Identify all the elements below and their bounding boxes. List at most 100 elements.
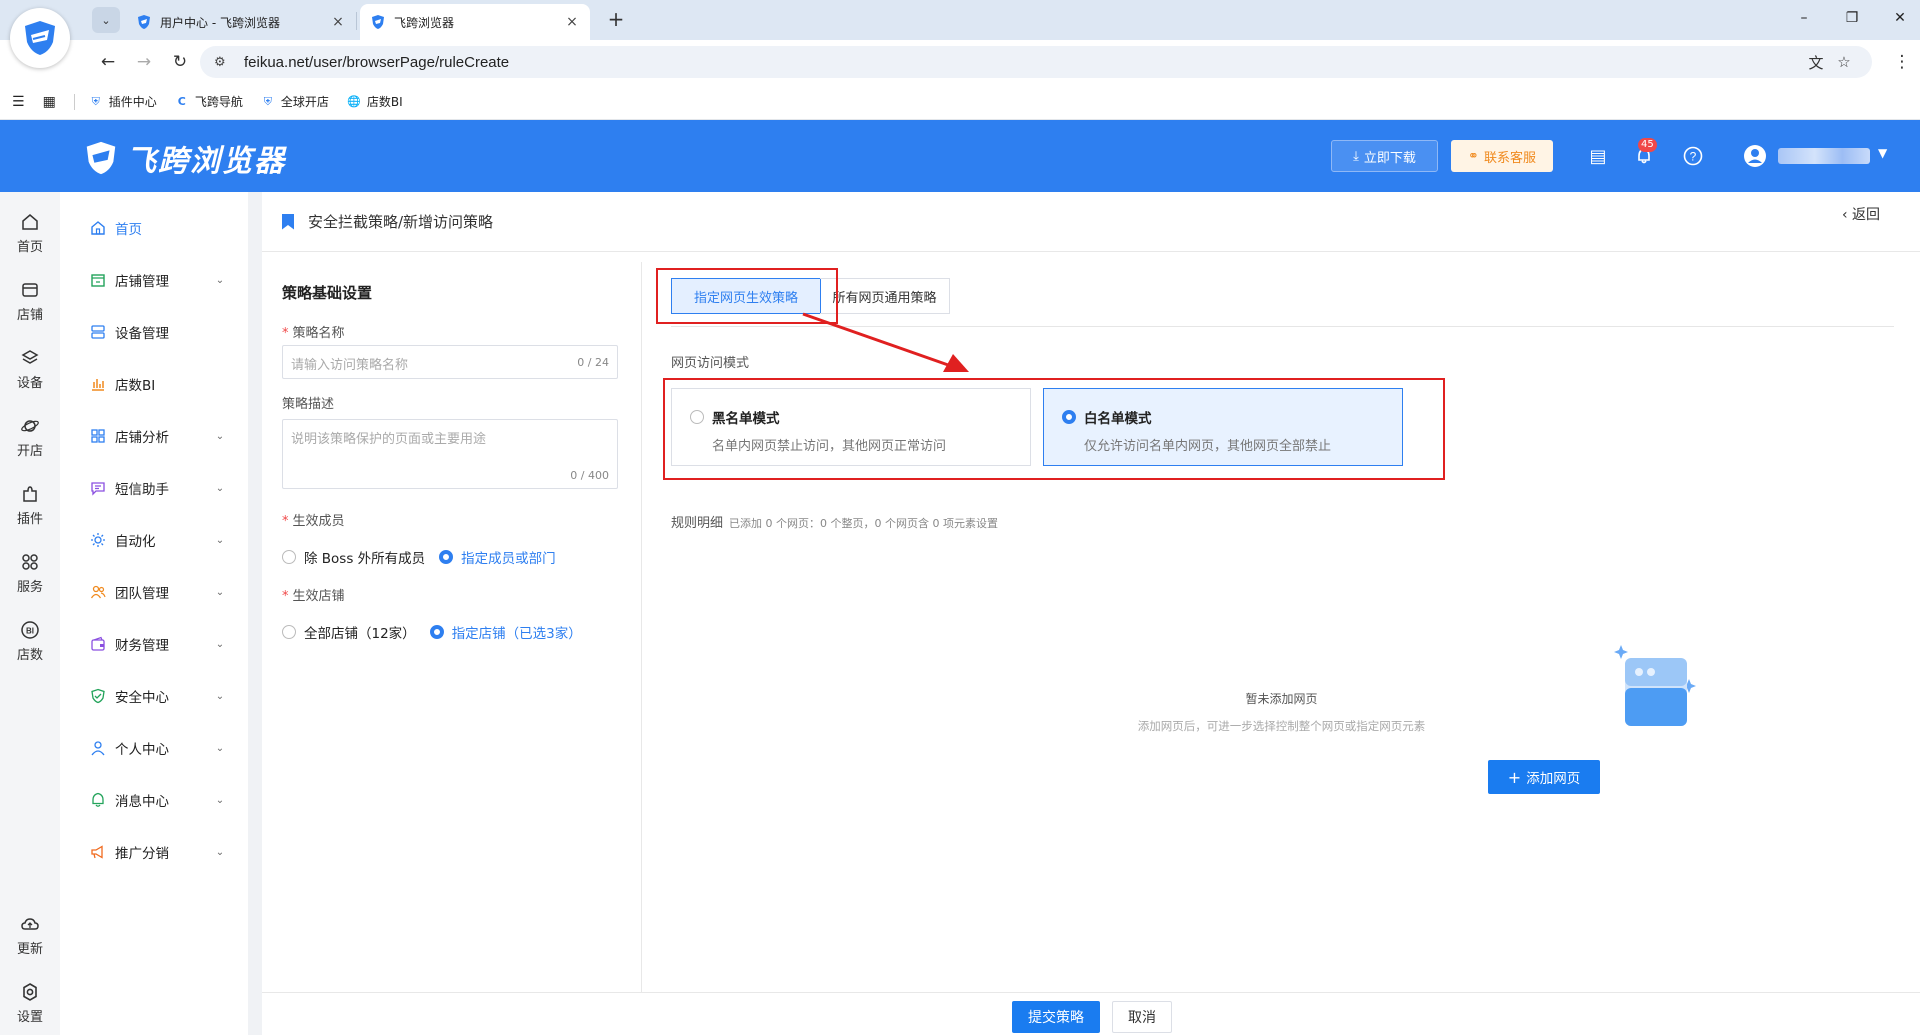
forward-icon[interactable]: → xyxy=(132,50,156,74)
rules-summary: 已添加 0 个网页：0 个整页，0 个网页含 0 项元素设置 xyxy=(729,517,998,530)
browser-tabbar: ⌄ 用户中心 - 飞跨浏览器 × 飞跨浏览器 × + – ❐ ✕ xyxy=(0,0,1920,40)
new-tab-button[interactable]: + xyxy=(604,8,628,32)
sidebar-item-automation[interactable]: 自动化 ⌄ xyxy=(60,528,248,552)
sidebar-item-team-management[interactable]: 团队管理 ⌄ xyxy=(60,580,248,604)
close-tab-icon[interactable]: × xyxy=(564,14,580,30)
bookmark-star-icon[interactable]: ☆ xyxy=(1830,53,1858,71)
caret-down-icon[interactable]: ▼ xyxy=(1878,146,1887,160)
sidebar-item-store-analysis[interactable]: 店铺分析 ⌄ xyxy=(60,424,248,448)
cancel-button[interactable]: 取消 xyxy=(1112,1001,1172,1033)
radio-checked xyxy=(429,625,444,639)
svg-text:?: ? xyxy=(1690,150,1697,164)
back-link[interactable]: ‹ 返回 xyxy=(1842,204,1880,224)
puzzle-icon xyxy=(0,482,60,506)
browser-tab-feikua[interactable]: 飞跨浏览器 × xyxy=(360,4,590,40)
annotation-arrow-icon xyxy=(802,312,969,372)
annotation-box-modes xyxy=(663,378,1445,480)
empty-title: 暂未添加网页 xyxy=(1245,692,1318,706)
brand-logo[interactable]: 飞跨浏览器 xyxy=(82,136,286,180)
rail-item-store[interactable]: 店铺 xyxy=(0,278,60,323)
sidebar-item-message-center[interactable]: 消息中心 ⌄ xyxy=(60,788,248,812)
policy-desc-label: 策略描述 xyxy=(282,397,335,412)
chevron-down-icon: ⌄ xyxy=(215,690,225,702)
bookmark-feikua-nav[interactable]: C 飞跨导航 xyxy=(175,93,243,110)
chevron-down-icon: ⌄ xyxy=(215,534,225,546)
sidebar-item-device-management[interactable]: 设备管理 xyxy=(60,320,248,344)
translate-icon[interactable]: 文 xyxy=(1802,52,1830,73)
avatar[interactable] xyxy=(1743,144,1767,168)
help-icon[interactable]: ? xyxy=(1681,144,1705,168)
char-counter: 0 / 400 xyxy=(570,469,609,482)
sidebar-item-home[interactable]: 首页 xyxy=(60,216,248,240)
contact-service-button[interactable]: ⚭ 联系客服 xyxy=(1451,140,1553,172)
tab-title: 用户中心 - 飞跨浏览器 xyxy=(160,15,280,30)
members-option-all[interactable]: 除 Boss 外所有成员 xyxy=(282,547,425,567)
sidebar-item-sms-assistant[interactable]: 短信助手 ⌄ xyxy=(60,476,248,500)
username-blurred[interactable] xyxy=(1778,148,1870,164)
breadcrumb-text: 安全拦截策略/新增访问策略 xyxy=(308,213,494,231)
c-logo-icon: C xyxy=(177,95,186,108)
close-window-icon[interactable]: ✕ xyxy=(1890,10,1910,30)
apps-grid-icon[interactable]: ▦ xyxy=(43,94,56,110)
home-icon xyxy=(0,210,60,234)
minimize-icon[interactable]: – xyxy=(1794,10,1814,30)
rail-item-plugins[interactable]: 插件 xyxy=(0,482,60,527)
tab-separator xyxy=(356,12,357,30)
sidebar-item-store-management[interactable]: 店铺管理 ⌄ xyxy=(60,268,248,292)
tab-all-pages[interactable]: 所有网页通用策略 xyxy=(820,278,950,314)
breadcrumb: 安全拦截策略/新增访问策略 ‹ 返回 xyxy=(262,192,1920,252)
rail-item-update[interactable]: 更新 xyxy=(0,912,60,957)
chevron-left-icon: ‹ xyxy=(1841,207,1848,223)
sidebar-item-promotion[interactable]: 推广分销 ⌄ xyxy=(60,840,248,864)
sun-gear-icon xyxy=(89,531,107,549)
chevron-down-icon: ⌄ xyxy=(101,13,111,27)
sidebar-item-finance-management[interactable]: 财务管理 ⌄ xyxy=(60,632,248,656)
headset-icon: ⚭ xyxy=(1468,148,1479,164)
sidebar-item-dianshu-bi[interactable]: 店数BI xyxy=(60,372,248,396)
url-omnibox[interactable]: ⚙ feikua.net/user/browserPage/ruleCreate… xyxy=(200,46,1872,78)
browser-logo[interactable] xyxy=(10,8,70,68)
rail-item-dianshu[interactable]: BI 店数 xyxy=(0,618,60,663)
reload-icon[interactable]: ↻ xyxy=(168,50,192,74)
bookmark-global-store[interactable]: ⛨ 全球开店 xyxy=(261,93,329,110)
sidebar-toggle-icon[interactable]: ☰ xyxy=(12,94,25,110)
globe-icon: 🌐 xyxy=(346,95,361,108)
members-option-specific[interactable]: 指定成员或部门 xyxy=(439,547,556,567)
chevron-down-icon: ⌄ xyxy=(215,794,225,806)
rail-item-home[interactable]: 首页 xyxy=(0,210,60,255)
bookmark-dianshu-bi[interactable]: 🌐 店数BI xyxy=(347,93,403,110)
team-icon xyxy=(89,583,107,601)
site-info-icon[interactable]: ⚙ xyxy=(214,55,232,70)
rail-item-services[interactable]: 服务 xyxy=(0,550,60,595)
back-icon[interactable]: ← xyxy=(96,50,120,74)
left-rail: 首页 店铺 设备 开店 插件 服务 BI 店数 更新 设置 xyxy=(0,192,60,1035)
add-page-button[interactable]: + 添加网页 xyxy=(1488,760,1600,794)
rail-item-device[interactable]: 设备 xyxy=(0,346,60,391)
bookmark-plugin-center[interactable]: ⛨ 插件中心 xyxy=(89,93,157,110)
sidebar-item-personal-center[interactable]: 个人中心 ⌄ xyxy=(60,736,248,760)
shops-radio-group: 全部店铺（12家） 指定店铺（已选3家） xyxy=(282,622,596,642)
bar-chart-icon xyxy=(89,375,107,393)
policy-desc-textarea[interactable]: 说明该策略保护的页面或主要用途 0 / 400 xyxy=(282,419,618,489)
basic-settings-panel: 策略基础设置 * 策略名称 请输入访问策略名称 0 / 24 策略描述 说明该策略… xyxy=(262,262,642,992)
policy-name-input[interactable]: 请输入访问策略名称 0 / 24 xyxy=(282,345,618,379)
browser-menu-icon[interactable]: ⋮ xyxy=(1890,50,1914,74)
download-button[interactable]: ⤓ 立即下载 xyxy=(1331,140,1438,172)
bell-icon xyxy=(89,791,107,809)
tab-search-button[interactable]: ⌄ xyxy=(92,7,120,33)
rail-item-settings[interactable]: 设置 xyxy=(0,980,60,1025)
sidebar-item-security-center[interactable]: 安全中心 ⌄ xyxy=(60,684,248,708)
rail-item-open-store[interactable]: 开店 xyxy=(0,414,60,459)
shops-option-specific[interactable]: 指定店铺（已选3家） xyxy=(429,622,582,642)
close-tab-icon[interactable]: × xyxy=(330,14,346,30)
browser-tab-user-center[interactable]: 用户中心 - 飞跨浏览器 × xyxy=(126,4,356,40)
shops-option-all[interactable]: 全部店铺（12家） xyxy=(282,622,416,642)
chevron-down-icon: ⌄ xyxy=(215,638,225,650)
bi-icon: BI xyxy=(0,618,60,642)
document-icon[interactable]: ▤ xyxy=(1586,144,1610,168)
shield-check-icon xyxy=(89,687,107,705)
rules-detail: 规则明细 已添加 0 个网页：0 个整页，0 个网页含 0 项元素设置 xyxy=(671,516,998,531)
url-text[interactable]: feikua.net/user/browserPage/ruleCreate xyxy=(244,54,1802,71)
restore-icon[interactable]: ❐ xyxy=(1842,10,1862,30)
submit-policy-button[interactable]: 提交策略 xyxy=(1012,1001,1100,1033)
